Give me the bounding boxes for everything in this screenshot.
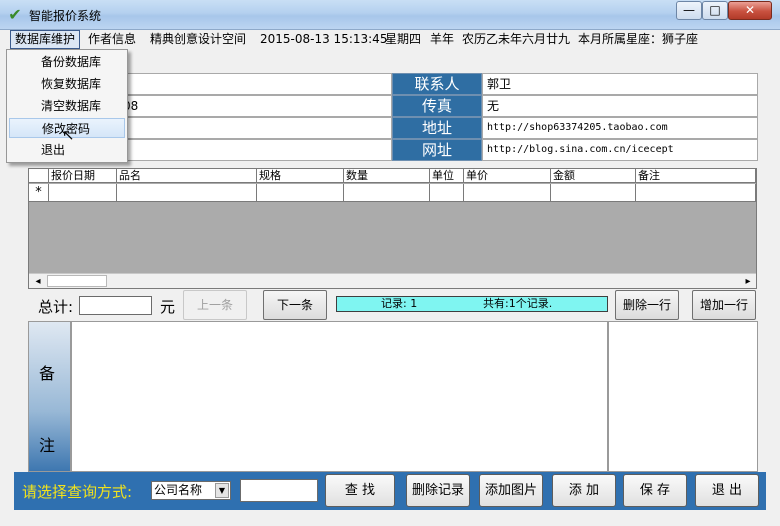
remark-label-top: 备 [39,364,56,383]
address-value: http://shop63374205.taobao.com [482,117,758,139]
remark-label-panel: 备 注 [28,321,71,472]
grid-cell[interactable] [551,184,636,202]
grid-cell[interactable] [49,184,117,202]
query-method-select[interactable]: 公司名称 ▼ [151,481,231,500]
delete-row-button[interactable]: 删除一行 [615,290,679,320]
menubar-datetime: 2015-08-13 15:13:45 [260,32,388,46]
col-spec[interactable]: 规格 [257,169,344,183]
label-website: 网址 [392,139,482,161]
record-status-bar: 记录: 1 共有:1个记录. [336,296,608,312]
add-button[interactable]: 添 加 [552,474,616,507]
total-label: 总计: [38,298,74,316]
fax-value: 无 [482,95,758,117]
menubar-zodiac-year: 羊年 [430,32,455,46]
col-remark[interactable]: 备注 [636,169,756,183]
prev-record-button[interactable]: 上一条 [183,290,247,320]
menubar-constellation: 本月所属星座：狮子座 [578,32,699,46]
grid-cell[interactable] [344,184,430,202]
chevron-down-icon[interactable]: ▼ [215,483,229,498]
delete-record-button[interactable]: 删除记录 [406,474,470,507]
maximize-button[interactable]: □ [702,1,728,20]
minimize-button[interactable]: — [676,1,702,20]
grid-cell[interactable] [464,184,551,202]
record-position: 记录: 1 [381,297,418,310]
record-count: 共有:1个记录. [483,297,553,310]
search-button[interactable]: 查 找 [325,474,395,507]
window-title: 智能报价系统 [29,9,102,23]
query-method-value: 公司名称 [154,483,203,497]
label-address: 地址 [392,117,482,139]
website-value: http://blog.sina.com.cn/icecept [482,139,758,161]
grid-cell[interactable] [636,184,756,202]
col-amount[interactable]: 金额 [551,169,636,183]
scroll-right-icon[interactable]: ▸ [741,275,755,288]
close-button[interactable]: ✕ [728,1,772,20]
label-contact: 联系人 [392,73,482,95]
database-dropdown-menu: 备份数据库 恢复数据库 清空数据库 修改密码 退出 ↖ [6,49,128,163]
query-method-label: 请选择查询方式: [22,483,133,501]
scroll-thumb[interactable] [47,275,107,287]
menubar-weekday: 星期四 [385,32,422,46]
grid-horizontal-scrollbar[interactable]: ◂ ▸ [29,273,756,288]
new-row-marker: * [29,184,49,202]
contact-value: 郭卫 [482,73,758,95]
col-unit[interactable]: 单位 [430,169,464,183]
save-button[interactable]: 保 存 [623,474,687,507]
label-fax: 传真 [392,95,482,117]
add-row-button[interactable]: 增加一行 [692,290,756,320]
exit-button[interactable]: 退 出 [695,474,759,507]
currency-label: 元 [160,298,176,316]
add-image-button[interactable]: 添加图片 [479,474,543,507]
menu-item-clear[interactable]: 清空数据库 [9,96,125,116]
scroll-left-icon[interactable]: ◂ [31,275,45,288]
remark-textarea[interactable] [71,321,608,472]
app-icon: ✔ [8,5,22,24]
col-unit-price[interactable]: 单价 [464,169,551,183]
menu-design-space[interactable]: 精典创意设计空间 [146,30,250,49]
mouse-cursor-icon: ↖ [62,126,75,144]
grid-cell[interactable] [257,184,344,202]
grid-cell[interactable] [430,184,464,202]
menu-bar: 数据库维护 作者信息 精典创意设计空间 2015-08-13 15:13:45 … [0,30,780,49]
quote-data-grid[interactable]: 报价日期 品名 规格 数量 单位 单价 金额 备注 * ◂ ▸ [28,168,757,289]
menu-item-backup[interactable]: 备份数据库 [9,52,125,72]
grid-corner [29,169,49,183]
image-preview-panel [608,321,758,472]
title-bar: ✔ 智能报价系统 — □ ✕ [0,0,780,30]
col-quote-date[interactable]: 报价日期 [49,169,117,183]
menubar-lunar-date: 农历乙未年六月廿九 [462,32,571,46]
grid-cell[interactable] [117,184,257,202]
menu-author-info[interactable]: 作者信息 [84,30,140,49]
menu-database-maintenance[interactable]: 数据库维护 [10,30,81,49]
col-product-name[interactable]: 品名 [117,169,257,183]
next-record-button[interactable]: 下一条 [263,290,327,320]
menu-item-restore[interactable]: 恢复数据库 [9,74,125,94]
col-quantity[interactable]: 数量 [344,169,430,183]
query-input[interactable] [240,479,318,502]
total-input[interactable] [79,296,152,315]
remark-label-bottom: 注 [39,436,56,455]
